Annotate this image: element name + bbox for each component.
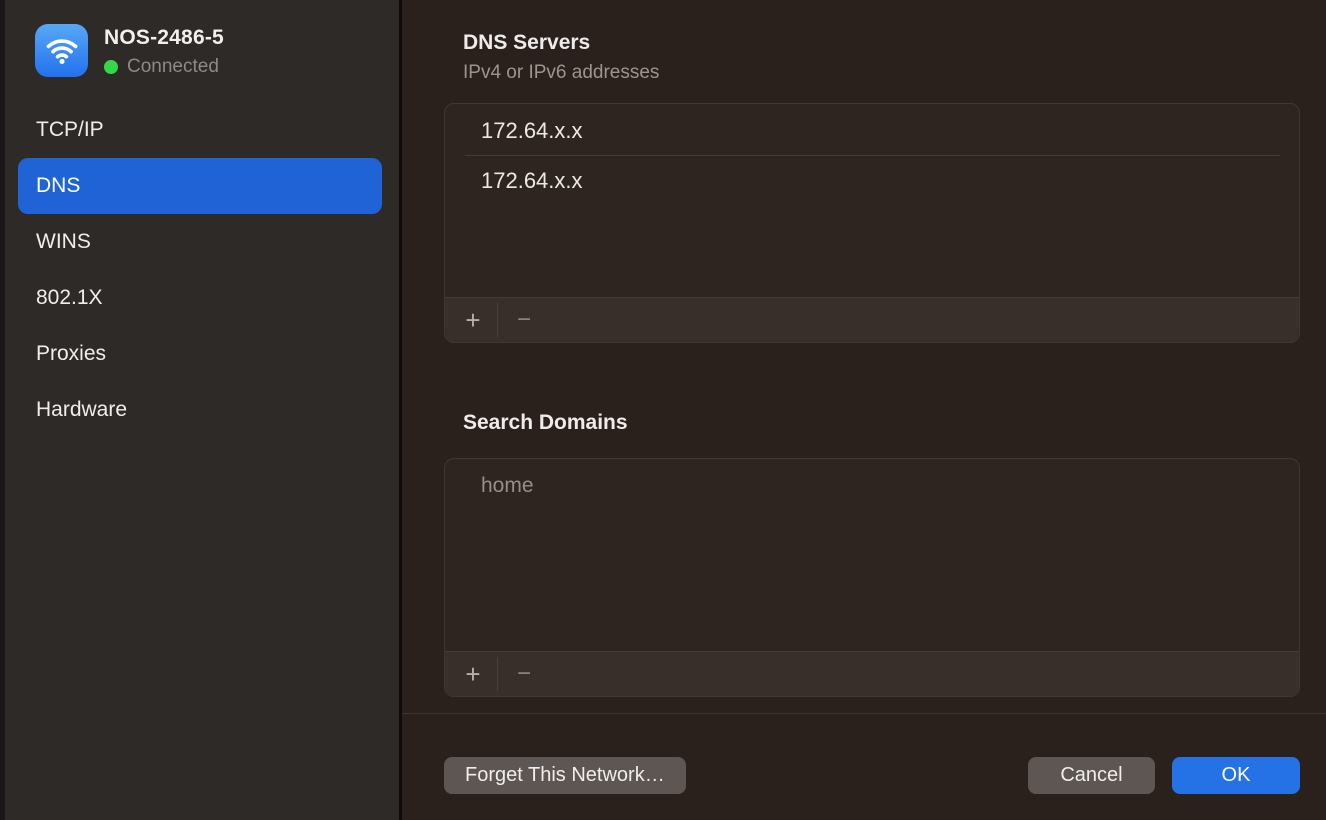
search-domains-list-toolbar: + − [445, 651, 1299, 696]
connection-status-label: Connected [127, 56, 219, 78]
remove-dns-server-button[interactable]: − [507, 304, 541, 336]
dns-servers-list-box: 172.64.x.x 172.64.x.x + − [444, 103, 1300, 343]
remove-search-domain-button[interactable]: − [507, 658, 541, 690]
sidebar-item-hardware[interactable]: Hardware [18, 382, 382, 438]
sidebar-item-tcpip[interactable]: TCP/IP [18, 102, 382, 158]
network-name: NOS-2486-5 [104, 26, 224, 50]
sidebar-item-dns[interactable]: DNS [18, 158, 382, 214]
footer-divider [402, 713, 1326, 714]
dns-server-entry[interactable]: 172.64.x.x [445, 156, 1299, 205]
wifi-icon [35, 24, 88, 77]
dns-server-entry[interactable]: 172.64.x.x [445, 106, 1299, 155]
search-domains-list-box: home + − [444, 458, 1300, 697]
add-search-domain-button[interactable]: + [456, 658, 490, 690]
search-domain-entry[interactable]: home [445, 461, 1299, 510]
cancel-button[interactable]: Cancel [1028, 757, 1155, 794]
action-bar: Forget This Network… Cancel OK [444, 757, 1300, 794]
dns-servers-title: DNS Servers [444, 31, 1300, 55]
connection-status: Connected [104, 56, 224, 78]
forget-network-button[interactable]: Forget This Network… [444, 757, 686, 794]
connected-status-dot [104, 60, 118, 74]
sidebar-item-wins[interactable]: WINS [18, 214, 382, 270]
network-header: NOS-2486-5 Connected [5, 24, 399, 78]
sidebar-item-8021x[interactable]: 802.1X [18, 270, 382, 326]
ok-button[interactable]: OK [1172, 757, 1300, 794]
dns-servers-list-toolbar: + − [445, 297, 1299, 342]
add-dns-server-button[interactable]: + [456, 304, 490, 336]
toolbar-separator [497, 303, 498, 337]
settings-nav: TCP/IP DNS WINS 802.1X Proxies Hardware [5, 102, 399, 438]
sidebar-item-proxies[interactable]: Proxies [18, 326, 382, 382]
dns-servers-subtitle: IPv4 or IPv6 addresses [444, 62, 1300, 84]
toolbar-separator [497, 657, 498, 691]
network-details-sidebar: NOS-2486-5 Connected TCP/IP DNS WINS 802… [0, 0, 402, 820]
dns-settings-panel: DNS Servers IPv4 or IPv6 addresses 172.6… [402, 0, 1326, 820]
search-domains-title: Search Domains [444, 411, 1300, 435]
